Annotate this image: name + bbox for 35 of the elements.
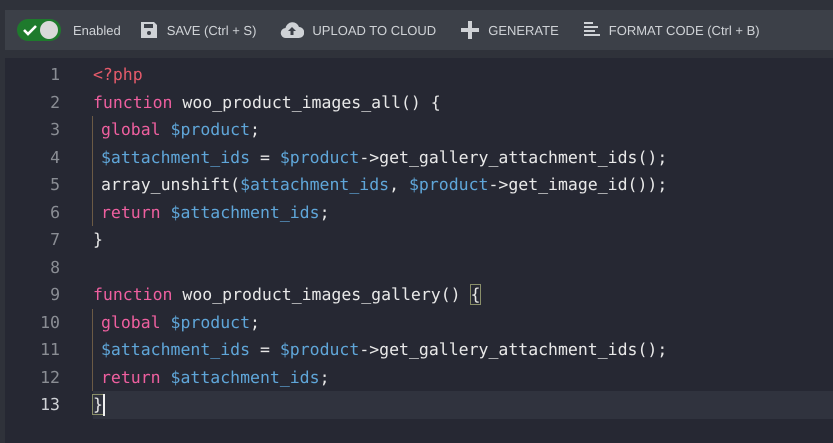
code-line: array_unshift($attachment_ids, $product->get_image_id()); [92,171,668,198]
line-number: 10 [39,312,60,332]
align-left-icon [582,21,601,39]
line-number: 4 [49,148,60,167]
code-line: function woo_product_images_all() { [93,92,441,114]
code-line: $attachment_ids = $product->get_gallery_attachment_ids(); [92,336,668,364]
cloud-upload-icon [280,21,304,39]
line-number: 5 [49,175,60,194]
check-icon [23,24,37,36]
code-line: global $product; [92,308,260,336]
line-number: 1 [49,65,60,84]
save-button[interactable]: SAVE (Ctrl + S) [138,20,256,40]
line-number: 11 [39,340,60,360]
upload-button[interactable]: UPLOAD TO CLOUD [280,21,436,39]
format-button[interactable]: FORMAT CODE (Ctrl + B) [582,21,760,39]
line-number: 9 [49,285,60,304]
line-number: 2 [49,92,60,112]
code-line: global $product; [92,116,260,144]
line-number: 13 [39,395,60,414]
text-cursor [102,394,105,416]
line-number: 8 [49,258,60,277]
line-number: 3 [49,120,60,140]
toggle-switch[interactable] [17,19,61,41]
code-line: } [93,394,103,416]
plus-icon [460,20,480,40]
line-number: 7 [49,230,60,250]
line-number: 6 [49,202,60,222]
code-line: <?php [93,64,143,86]
generate-button[interactable]: GENERATE [460,20,559,40]
code-line: function woo_product_images_gallery() { [93,284,480,306]
code-line: return $attachment_ids; [92,198,330,226]
toggle-label: Enabled [73,22,121,38]
line-number: 12 [39,368,60,387]
code-line: $attachment_ids = $product->get_gallery_attachment_ids(); [92,144,668,171]
code-line: } [93,229,103,252]
